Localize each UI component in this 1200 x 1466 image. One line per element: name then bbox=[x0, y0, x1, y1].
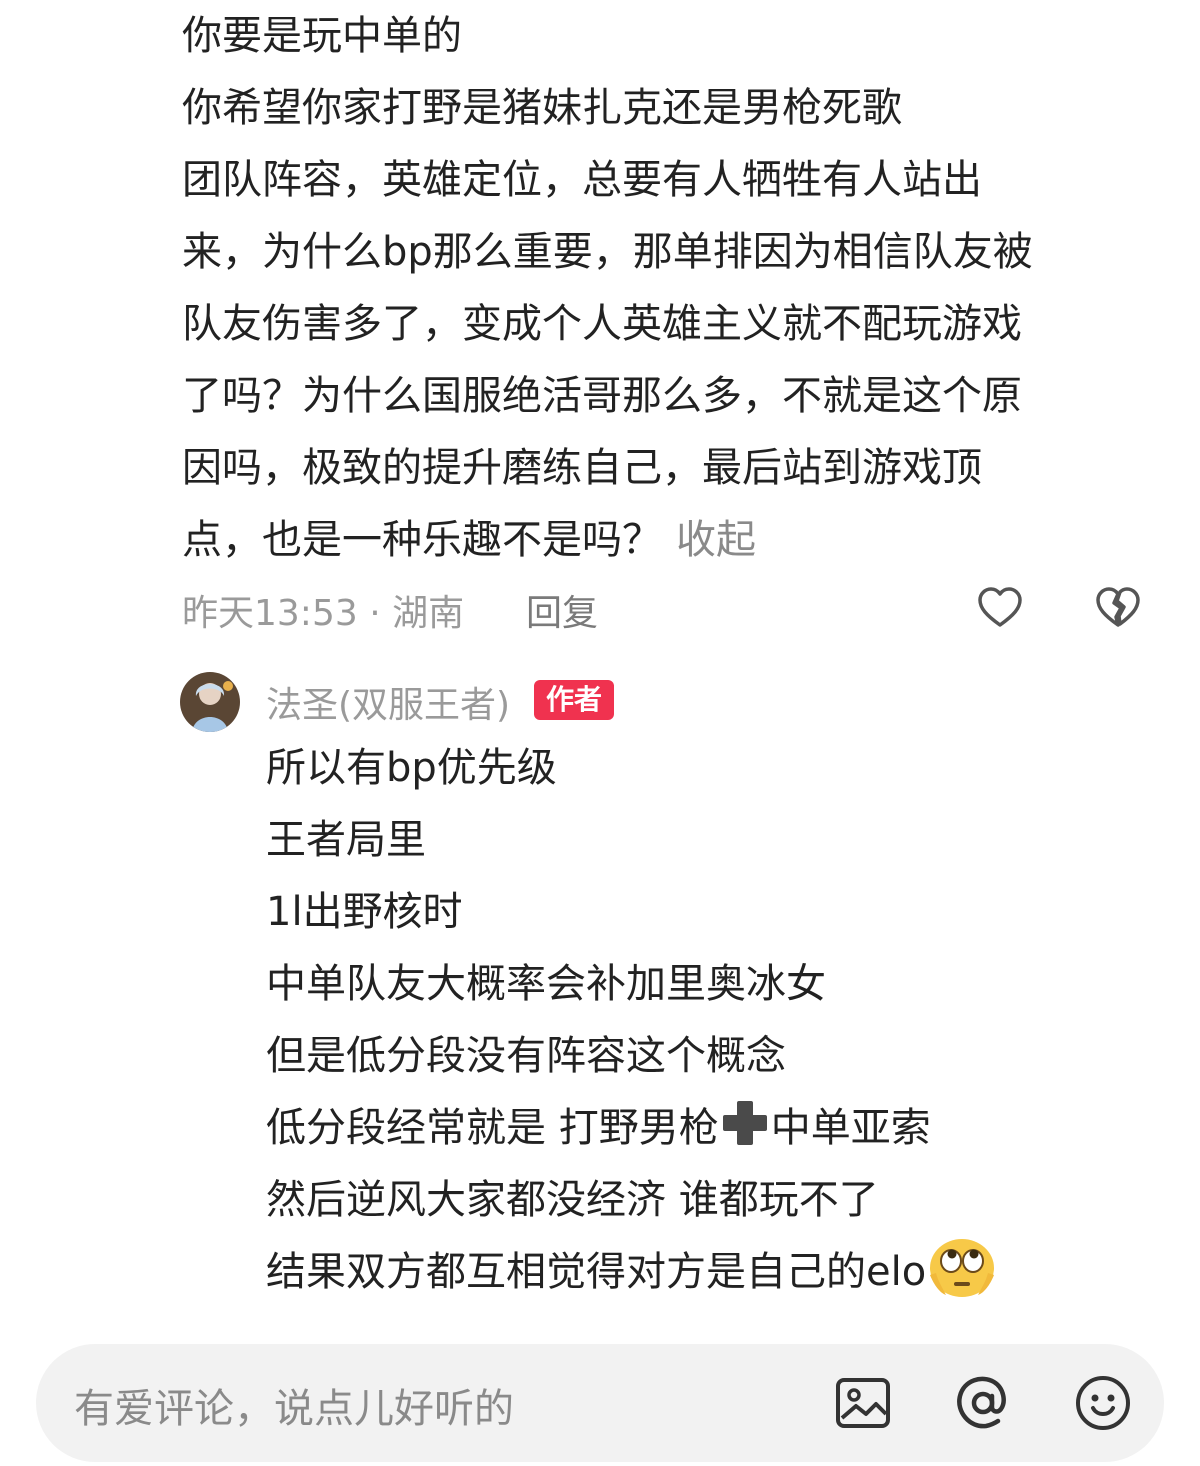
comment-line: 团队阵容，英雄定位，总要有人牺牲有人站出 bbox=[182, 157, 982, 203]
broken-heart-icon[interactable] bbox=[1094, 584, 1142, 632]
comment-line: 你希望你家打野是猪妹扎克还是男枪死歌 bbox=[182, 85, 902, 131]
reply-line: 所以有bp优先级 bbox=[266, 745, 557, 791]
reply-line: 中单队友大概率会补加里奥冰女 bbox=[266, 961, 826, 1007]
comment-line: 来，为什么bp那么重要，那单排因为相信队友被 bbox=[182, 229, 1033, 275]
reply-username[interactable]: 法圣(双服王者) bbox=[266, 676, 510, 728]
reply-line-with-emoji: 结果双方都互相觉得对方是自己的elo bbox=[266, 1236, 1166, 1308]
rolling-eyes-emoji bbox=[930, 1239, 995, 1297]
reply-body: 所以有bp优先级 王者局里 1l出野核时 中单队友大概率会补加里奥冰女 但是低分… bbox=[266, 732, 1166, 1308]
comment-time-location: 昨天13:53 · 湖南 bbox=[182, 593, 465, 634]
reply-header: 法圣(双服王者) 作者 bbox=[180, 670, 1160, 734]
user-avatar[interactable] bbox=[180, 672, 240, 732]
image-icon[interactable] bbox=[834, 1374, 892, 1432]
author-badge: 作者 bbox=[534, 680, 615, 720]
plus-emoji bbox=[722, 1101, 767, 1145]
heart-outline-icon[interactable] bbox=[976, 584, 1024, 632]
reply-line-with-plus: 低分段经常就是 打野男枪 中单亚索 bbox=[266, 1092, 1166, 1164]
reply-line-part: 低分段经常就是 打野男枪 bbox=[266, 1105, 719, 1151]
comment-line: 了吗？为什么国服绝活哥那么多，不就是这个原 bbox=[182, 373, 1022, 419]
comment-line: 因吗，极致的提升磨练自己，最后站到游戏顶 bbox=[182, 445, 982, 491]
reply-line-part: 结果双方都互相觉得对方是自己的elo bbox=[266, 1249, 927, 1295]
collapse-link[interactable]: 收起 bbox=[676, 517, 756, 563]
comment-body: 你要是玩中单的 你希望你家打野是猪妹扎克还是男枪死歌 团队阵容，英雄定位，总要有… bbox=[182, 0, 1162, 576]
reply-button[interactable]: 回复 bbox=[526, 584, 598, 636]
emoji-icon[interactable] bbox=[1074, 1374, 1132, 1432]
comment-input-placeholder[interactable]: 有爱评论，说点儿好听的 bbox=[74, 1376, 514, 1434]
comment-line-last: 点，也是一种乐趣不是吗？ 收起 bbox=[182, 504, 1162, 576]
reply-line: 1l出野核时 bbox=[266, 889, 463, 935]
comment-line-text: 点，也是一种乐趣不是吗？ bbox=[182, 517, 662, 563]
comment-line: 你要是玩中单的 bbox=[182, 13, 462, 59]
reply-line: 王者局里 bbox=[266, 817, 426, 863]
at-icon[interactable] bbox=[954, 1374, 1012, 1432]
reply-line: 然后逆风大家都没经济 谁都玩不了 bbox=[266, 1177, 879, 1223]
comment-meta-row: 昨天13:53 · 湖南 回复 bbox=[182, 578, 1162, 638]
reply-line-part: 中单亚索 bbox=[770, 1105, 931, 1151]
comment-line: 队友伤害多了，变成个人英雄主义就不配玩游戏 bbox=[182, 301, 1022, 347]
comment-input-bar[interactable]: 有爱评论，说点儿好听的 bbox=[36, 1344, 1164, 1462]
reply-line: 但是低分段没有阵容这个概念 bbox=[266, 1033, 786, 1079]
